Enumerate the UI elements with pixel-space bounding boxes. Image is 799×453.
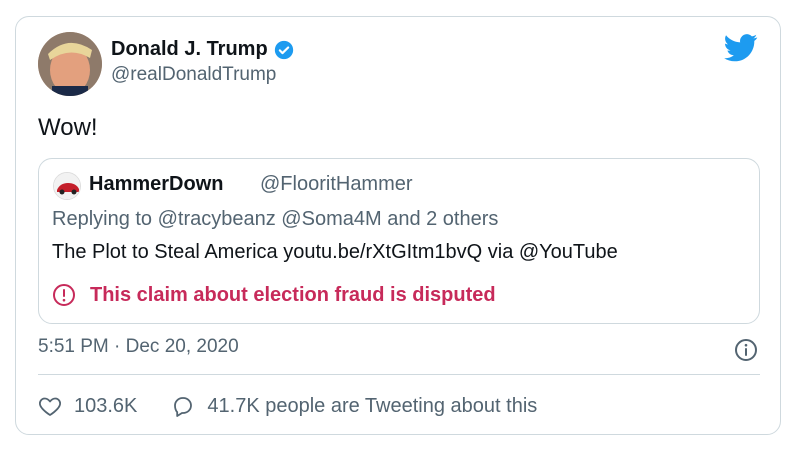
avatar[interactable] <box>38 32 102 96</box>
divider <box>38 374 760 375</box>
tweeting-about-text: 41.7K people are Tweeting about this <box>207 394 538 417</box>
like-button[interactable]: 103.6K <box>38 394 137 418</box>
avatar-image <box>38 32 102 96</box>
tweet-actions: 103.6K 41.7K people are Tweeting about t… <box>38 394 537 418</box>
heart-icon <box>39 397 61 416</box>
info-icon[interactable] <box>734 338 758 362</box>
twitter-bird-icon[interactable] <box>724 34 758 62</box>
quoted-author-name[interactable]: HammerDown <box>89 173 223 196</box>
disputed-claim-text: This claim about election fraud is dispu… <box>90 283 496 306</box>
author-name[interactable]: Donald J. Trump <box>111 38 294 61</box>
disputed-claim-label[interactable]: This claim about election fraud is dispu… <box>52 283 496 307</box>
tweet-text: Wow! <box>38 114 98 141</box>
like-count: 103.6K <box>74 394 138 417</box>
warning-icon <box>53 284 75 306</box>
comment-icon <box>174 397 193 417</box>
author-handle[interactable]: @realDonaldTrump <box>111 64 276 86</box>
author-name-text: Donald J. Trump <box>111 38 268 60</box>
quoted-tweet-text: The Plot to Steal America youtu.be/rXtGI… <box>52 241 618 263</box>
timestamp[interactable]: 5:51 PM · Dec 20, 2020 <box>38 336 239 358</box>
quoted-author-handle[interactable]: @FlooritHammer <box>260 173 413 196</box>
replying-to[interactable]: Replying to @tracybeanz @Soma4M and 2 ot… <box>52 208 498 231</box>
verified-badge-icon <box>274 40 293 59</box>
quoted-avatar[interactable] <box>53 172 81 200</box>
tweeting-about-button[interactable]: 41.7K people are Tweeting about this <box>171 394 537 418</box>
